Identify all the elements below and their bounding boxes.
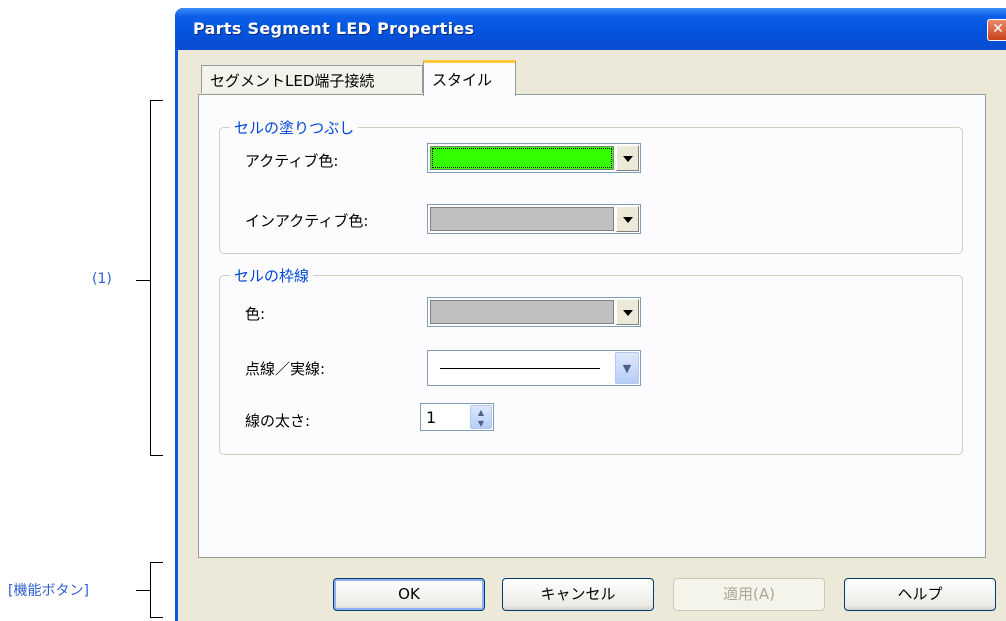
window-title: Parts Segment LED Properties [193, 19, 475, 38]
group-cell-fill: セルの塗りつぶし アクティブ色: インアクティブ色: [219, 117, 963, 254]
annotation-function-buttons: [機能ボタン] [8, 583, 89, 599]
line-width-value[interactable]: 1 [426, 408, 436, 427]
properties-dialog: Parts Segment LED Properties ✕ セグメントLED端… [175, 8, 1006, 621]
line-style-label: 点線／実線: [245, 360, 326, 378]
inactive-color-combo[interactable] [427, 204, 641, 234]
group-title: セルの塗りつぶし [230, 117, 359, 138]
border-color-label: 色: [245, 305, 266, 323]
annotation-connector-1 [136, 280, 151, 281]
active-color-label: アクティブ色: [245, 152, 339, 170]
color-swatch [430, 300, 614, 324]
annotation-bracket-1 [150, 100, 163, 456]
line-style-combo[interactable]: ▼ [427, 350, 641, 386]
help-button[interactable]: ヘルプ [844, 578, 996, 611]
triangle-down-icon[interactable] [616, 206, 639, 232]
border-color-combo[interactable] [427, 297, 641, 327]
apply-button[interactable]: 適用(A) [673, 578, 825, 611]
active-color-combo[interactable] [427, 143, 641, 173]
ok-button[interactable]: OK [333, 578, 485, 611]
tab-segment-led-pin-connection[interactable]: セグメントLED端子接続 [201, 65, 423, 93]
line-width-label: 線の太さ: [245, 412, 311, 430]
line-width-spinner[interactable]: 1 ▲ ▼ [420, 403, 494, 431]
up-down-arrows-icon[interactable]: ▲ ▼ [470, 405, 492, 429]
annotation-bracket-2 [150, 562, 163, 618]
inactive-color-label: インアクティブ色: [245, 212, 369, 230]
close-button[interactable]: ✕ [987, 19, 1006, 41]
group-title: セルの枠線 [230, 265, 314, 286]
triangle-down-icon[interactable] [616, 299, 639, 325]
tab-panel-style: セルの塗りつぶし アクティブ色: インアクティブ色: セルの枠線 色: 点線／実… [198, 94, 986, 558]
cancel-button[interactable]: キャンセル [502, 578, 654, 611]
solid-line-preview [440, 368, 600, 369]
tab-style[interactable]: スタイル [423, 60, 516, 96]
group-cell-border: セルの枠線 色: 点線／実線: ▼ 線の太さ: 1 ▲ ▼ [219, 265, 963, 455]
annotation-connector-2 [136, 590, 151, 591]
chevron-down-icon[interactable]: ▼ [615, 352, 639, 384]
tab-label: スタイル [432, 71, 493, 89]
title-bar[interactable]: Parts Segment LED Properties ✕ [175, 8, 1006, 50]
close-icon: ✕ [992, 21, 1004, 37]
color-swatch [430, 146, 614, 170]
triangle-down-icon[interactable] [616, 145, 639, 171]
tab-label: セグメントLED端子接続 [210, 72, 375, 90]
color-swatch [430, 207, 614, 231]
annotation-section-1: (1) [92, 271, 112, 287]
